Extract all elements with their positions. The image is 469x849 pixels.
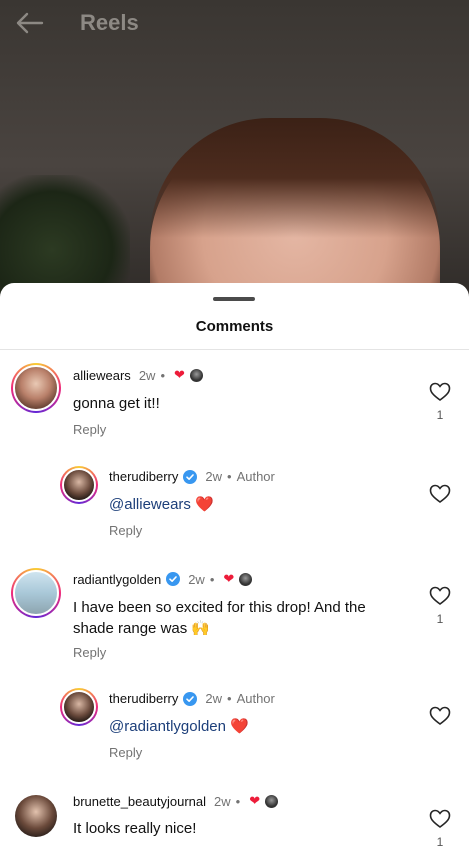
page-title: Reels	[80, 10, 139, 35]
reply-button[interactable]: Reply	[109, 523, 142, 538]
username[interactable]: therudiberry	[109, 469, 178, 484]
heart-icon: ❤	[223, 571, 235, 586]
comment-meta: radiantlygolden 2w • ❤	[73, 571, 253, 587]
avatar[interactable]	[60, 688, 98, 726]
comment-text: @radiantlygolden ❤️	[109, 716, 249, 737]
avatar[interactable]	[60, 466, 98, 504]
username[interactable]: brunette_beautyjournal	[73, 794, 206, 809]
like-heart-icon[interactable]	[429, 809, 451, 829]
like-heart-icon[interactable]	[429, 382, 451, 402]
comment-text: @alliewears ❤️	[109, 494, 214, 515]
like-count: 1	[436, 835, 444, 849]
avatar[interactable]	[11, 568, 61, 618]
author-label: Author	[236, 469, 275, 484]
comment-text-line: I have been so excited for this drop! An…	[73, 599, 366, 616]
back-arrow-icon[interactable]	[14, 10, 44, 36]
timestamp: 2w	[138, 367, 156, 383]
like-heart-icon[interactable]	[429, 706, 451, 726]
heart-icon: ❤	[174, 367, 185, 382]
separator-dot: •	[227, 469, 232, 484]
divider	[0, 349, 469, 350]
timestamp: 2w	[188, 571, 205, 587]
emoji: ❤️	[195, 496, 214, 513]
comment-text: It looks really nice!	[73, 820, 197, 837]
comment-text: I have been so excited for this drop! An…	[73, 597, 413, 639]
username[interactable]: alliewears	[73, 368, 131, 383]
timestamp: 2w	[205, 469, 222, 484]
like-count: 1	[436, 612, 444, 626]
separator-dot: •	[209, 571, 215, 587]
avatar[interactable]	[11, 363, 61, 413]
author-liked-avatar	[189, 368, 203, 382]
comment-meta: therudiberry 2w • Author	[109, 691, 275, 706]
author-liked-avatar	[239, 572, 253, 586]
reply-button[interactable]: Reply	[73, 422, 106, 437]
timestamp: 2w	[214, 793, 231, 809]
sheet-title: Comments	[195, 318, 274, 335]
reply-button[interactable]: Reply	[109, 745, 142, 760]
mention-link[interactable]: @alliewears	[109, 496, 191, 513]
comment-text: gonna get it!!	[73, 395, 160, 412]
like-heart-icon[interactable]	[429, 586, 451, 606]
top-bar: Reels	[0, 0, 469, 46]
reply-button[interactable]: Reply	[73, 645, 106, 660]
like-heart-icon[interactable]	[429, 484, 451, 504]
author-label: Author	[236, 691, 275, 706]
comment-meta: therudiberry 2w • Author	[109, 469, 275, 484]
username[interactable]: therudiberry	[109, 691, 178, 706]
comment-meta: alliewears 2w • ❤	[73, 367, 203, 383]
like-count: 1	[436, 408, 444, 422]
verified-badge-icon	[183, 691, 198, 706]
heart-icon: ❤	[249, 793, 261, 808]
comments-sheet: Comments alliewears 2w • ❤ gonna get it!…	[0, 283, 469, 849]
emoji: ❤️	[230, 718, 249, 735]
mention-link[interactable]: @radiantlygolden	[109, 718, 226, 735]
plant-silhouette	[0, 175, 130, 300]
drag-handle[interactable]	[213, 297, 255, 301]
username[interactable]: radiantlygolden	[73, 572, 161, 587]
timestamp: 2w	[205, 691, 222, 706]
verified-badge-icon	[183, 469, 198, 484]
separator-dot: •	[235, 793, 241, 809]
separator-dot: •	[160, 367, 165, 383]
verified-badge-icon	[166, 572, 181, 586]
person-hair	[150, 118, 440, 238]
separator-dot: •	[227, 691, 232, 706]
comment-text-line: shade range was 🙌	[73, 620, 211, 637]
avatar[interactable]	[15, 795, 57, 837]
author-liked-avatar	[265, 794, 279, 808]
comment-meta: brunette_beautyjournal 2w • ❤	[73, 793, 279, 809]
